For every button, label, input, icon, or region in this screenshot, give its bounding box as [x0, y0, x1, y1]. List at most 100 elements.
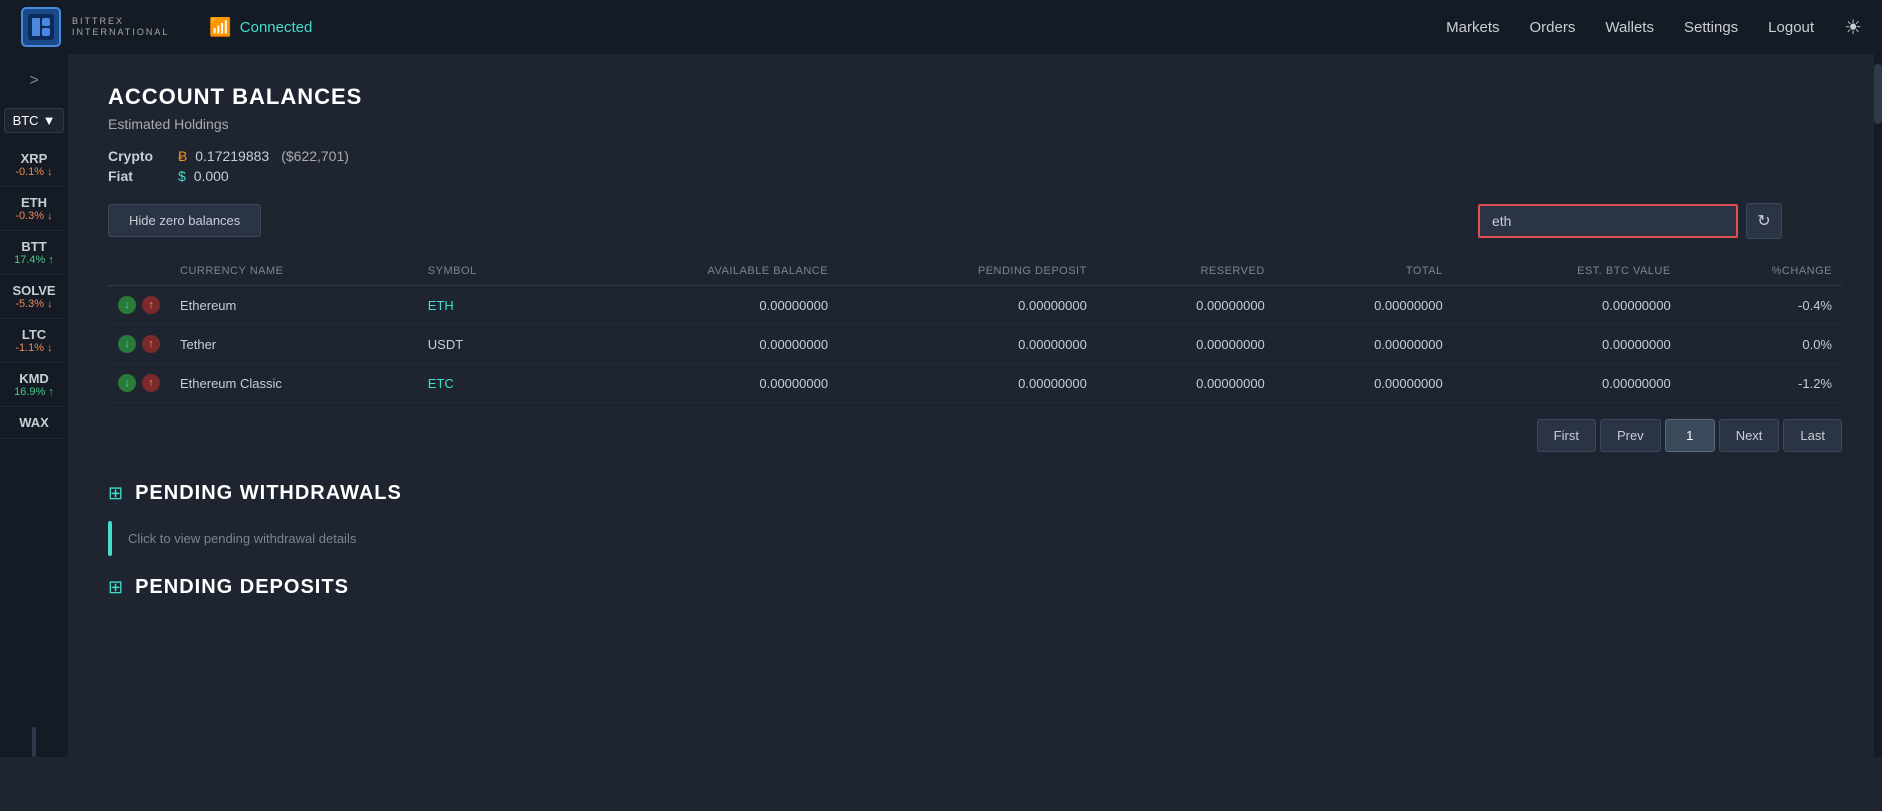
th-pending: PENDING DEPOSIT: [838, 257, 1097, 286]
table-row: ↓ ↑ Tether USDT 0.00000000 0.00000000 0.…: [108, 325, 1842, 364]
withdrawals-info-text[interactable]: Click to view pending withdrawal details: [128, 521, 356, 556]
table-row: ↓ ↑ Ethereum Classic ETC 0.00000000 0.00…: [108, 364, 1842, 403]
table-header: CURRENCY NAME SYMBOL AVAILABLE BALANCE P…: [108, 257, 1842, 286]
sidebar-coin-xrp[interactable]: XRP -0.1% ↓: [0, 143, 68, 187]
deposits-title: PENDING DEPOSITS: [135, 576, 349, 599]
withdraw-icon[interactable]: ↑: [142, 335, 160, 353]
sidebar-coin-btt[interactable]: BTT 17.4% ↑: [0, 231, 68, 275]
coin-change: 17.4% ↑: [4, 254, 64, 266]
search-input[interactable]: [1478, 204, 1738, 238]
row-symbol[interactable]: ETH: [418, 286, 556, 325]
holdings-table: Crypto Ƀ 0.17219883 ($622,701) Fiat $ 0.…: [108, 148, 1842, 184]
sidebar-coin-solve[interactable]: SOLVE -5.3% ↓: [0, 275, 68, 319]
coin-name: SOLVE: [4, 283, 64, 298]
row-actions: ↓ ↑: [108, 325, 170, 364]
holdings-fiat-value: $ 0.000: [178, 168, 229, 184]
scrollbar-thumb: [1874, 64, 1882, 124]
page-subtitle: Estimated Holdings: [108, 116, 1842, 132]
crypto-amount: 0.17219883: [195, 148, 269, 164]
withdrawals-blue-bar: [108, 521, 112, 556]
pagination-last[interactable]: Last: [1783, 419, 1842, 452]
balances-table: CURRENCY NAME SYMBOL AVAILABLE BALANCE P…: [108, 257, 1842, 403]
withdrawals-expand-icon[interactable]: ⊞: [108, 483, 123, 504]
coin-name: LTC: [4, 327, 64, 342]
row-change: -0.4%: [1681, 286, 1842, 325]
coin-name: WAX: [4, 415, 64, 430]
row-btc-value: 0.00000000: [1453, 364, 1681, 403]
holdings-crypto-value: Ƀ 0.17219883: [178, 148, 269, 164]
pagination: First Prev 1 Next Last: [108, 419, 1842, 452]
row-available: 0.00000000: [556, 286, 838, 325]
refresh-button[interactable]: ↻: [1746, 203, 1782, 239]
logo-sub: INTERNATIONAL: [72, 27, 169, 38]
deposits-section-header: ⊞ PENDING DEPOSITS: [108, 576, 1842, 599]
chevron-down-icon: ▼: [43, 113, 56, 128]
row-symbol[interactable]: ETC: [418, 364, 556, 403]
row-reserved: 0.00000000: [1097, 364, 1275, 403]
sidebar-coin-list: XRP -0.1% ↓ ETH -0.3% ↓ BTT 17.4% ↑ SOLV…: [0, 143, 68, 727]
th-symbol: SYMBOL: [418, 257, 556, 286]
row-total: 0.00000000: [1275, 286, 1453, 325]
nav-orders[interactable]: Orders: [1530, 19, 1576, 36]
th-available: AVAILABLE BALANCE: [556, 257, 838, 286]
table-body: ↓ ↑ Ethereum ETH 0.00000000 0.00000000 0…: [108, 286, 1842, 403]
nav-settings[interactable]: Settings: [1684, 19, 1738, 36]
row-currency-name: Ethereum Classic: [170, 364, 418, 403]
withdraw-icon[interactable]: ↑: [142, 374, 160, 392]
pagination-first[interactable]: First: [1537, 419, 1596, 452]
logo-brand: BITTREX: [72, 16, 169, 27]
sidebar-coin-wax[interactable]: WAX: [0, 407, 68, 439]
main-content: ACCOUNT BALANCES Estimated Holdings Cryp…: [68, 54, 1882, 645]
connection-label: Connected: [240, 19, 313, 36]
fiat-amount: 0.000: [194, 168, 229, 184]
th-reserved: RESERVED: [1097, 257, 1275, 286]
row-available: 0.00000000: [556, 364, 838, 403]
coin-change: -5.3% ↓: [4, 298, 64, 310]
nav-markets[interactable]: Markets: [1446, 19, 1499, 36]
action-icons: ↓ ↑: [118, 374, 160, 392]
search-container: ↻: [1478, 203, 1782, 239]
page-title: ACCOUNT BALANCES: [108, 84, 1842, 110]
sidebar-coin-eth[interactable]: ETH -0.3% ↓: [0, 187, 68, 231]
nav-logout[interactable]: Logout: [1768, 19, 1814, 36]
coin-name: XRP: [4, 151, 64, 166]
market-selector[interactable]: BTC ▼: [4, 108, 65, 133]
logo-text: BITTREX INTERNATIONAL: [72, 16, 169, 38]
coin-change: -0.1% ↓: [4, 166, 64, 178]
toolbar-row: Hide zero balances ↻: [108, 204, 1842, 237]
deposit-icon[interactable]: ↓: [118, 296, 136, 314]
row-total: 0.00000000: [1275, 364, 1453, 403]
withdraw-icon[interactable]: ↑: [142, 296, 160, 314]
deposit-icon[interactable]: ↓: [118, 335, 136, 353]
row-change: -1.2%: [1681, 364, 1842, 403]
row-pending: 0.00000000: [838, 286, 1097, 325]
wifi-icon: 📶: [209, 17, 231, 38]
table-row: ↓ ↑ Ethereum ETH 0.00000000 0.00000000 0…: [108, 286, 1842, 325]
sidebar-coin-ltc[interactable]: LTC -1.1% ↓: [0, 319, 68, 363]
row-symbol[interactable]: USDT: [418, 325, 556, 364]
logo-icon: [20, 6, 62, 48]
holdings-crypto-usd: ($622,701): [281, 148, 349, 164]
row-reserved: 0.00000000: [1097, 325, 1275, 364]
deposit-icon[interactable]: ↓: [118, 374, 136, 392]
pagination-current[interactable]: 1: [1665, 419, 1715, 452]
pagination-next[interactable]: Next: [1719, 419, 1780, 452]
hide-zero-button[interactable]: Hide zero balances: [108, 204, 261, 237]
theme-icon[interactable]: ☀: [1844, 15, 1862, 40]
deposits-expand-icon[interactable]: ⊞: [108, 577, 123, 598]
right-scrollbar: [1874, 54, 1882, 757]
row-currency-name: Tether: [170, 325, 418, 364]
coin-name: KMD: [4, 371, 64, 386]
connection-status: 📶 Connected: [209, 17, 312, 38]
pagination-prev[interactable]: Prev: [1600, 419, 1661, 452]
sidebar-coin-kmd[interactable]: KMD 16.9% ↑: [0, 363, 68, 407]
sidebar-toggle[interactable]: >: [21, 64, 46, 98]
topnav: BITTREX INTERNATIONAL 📶 Connected Market…: [0, 0, 1882, 54]
row-pending: 0.00000000: [838, 364, 1097, 403]
nav-right: Markets Orders Wallets Settings Logout ☀: [1446, 15, 1862, 40]
withdrawals-title: PENDING WITHDRAWALS: [135, 482, 402, 505]
market-selector-label: BTC: [13, 113, 39, 128]
sidebar: > BTC ▼ XRP -0.1% ↓ ETH -0.3% ↓ BTT 17.4…: [0, 54, 68, 757]
nav-wallets[interactable]: Wallets: [1605, 19, 1654, 36]
coin-change: -0.3% ↓: [4, 210, 64, 222]
